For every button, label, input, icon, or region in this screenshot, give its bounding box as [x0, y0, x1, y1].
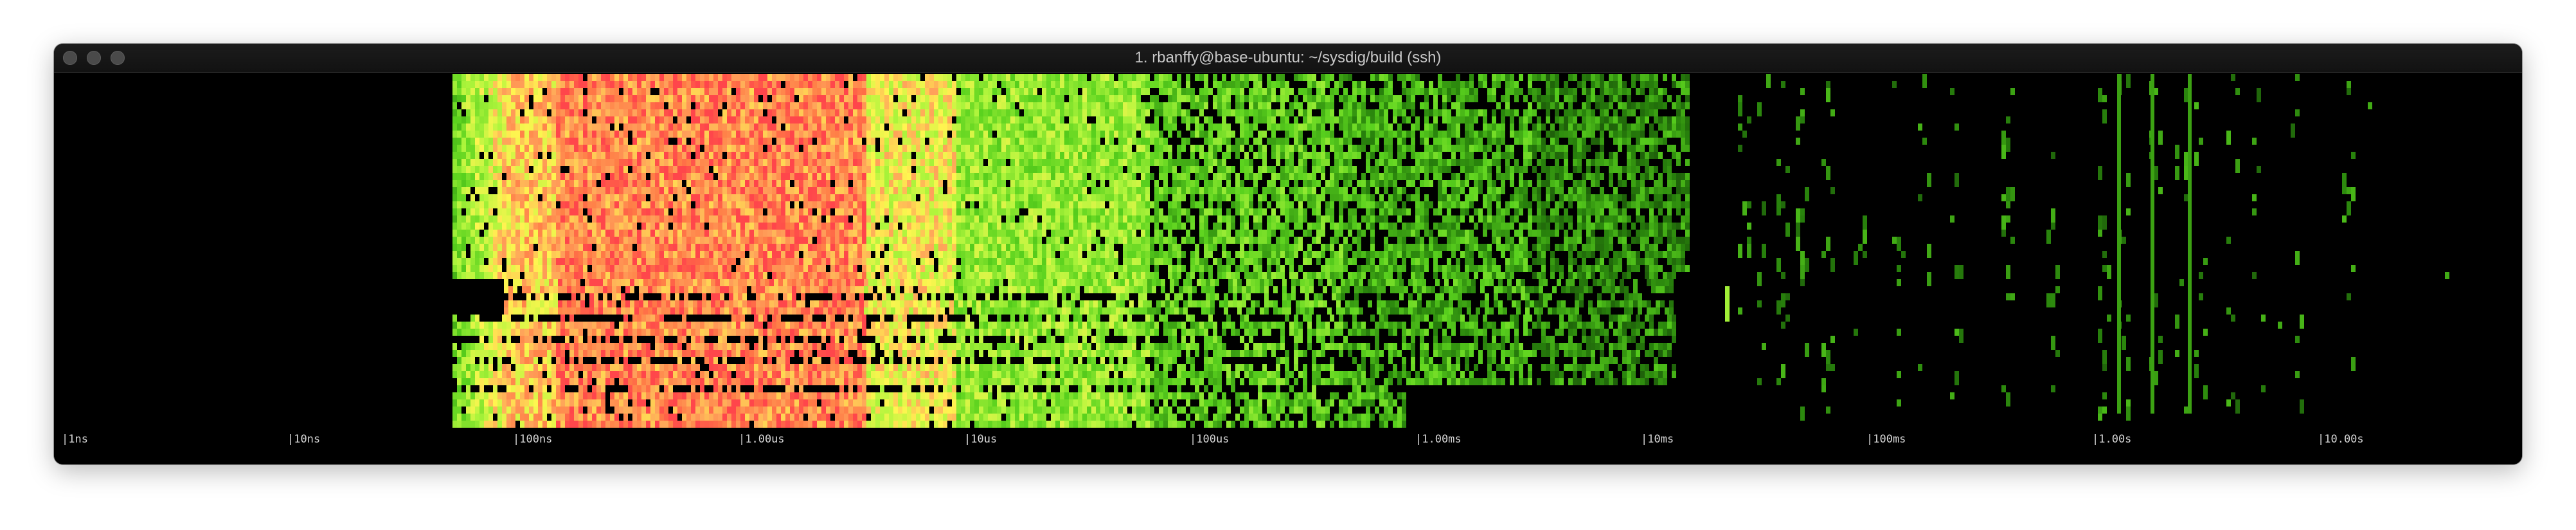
axis-tick-label: |1ns: [62, 433, 88, 446]
terminal-window[interactable]: 1. rbanffy@base-ubuntu: ~/sysdig/build (…: [54, 44, 2522, 464]
axis-tick-label: |1.00s: [2092, 433, 2132, 446]
axis-tick-label: |10.00s: [2318, 433, 2364, 446]
axis-tick-label: |10us: [964, 433, 997, 446]
axis-tick-label: |100us: [1190, 433, 1230, 446]
axis-tick-label: |1.00ms: [1415, 433, 1462, 446]
window-title: 1. rbanffy@base-ubuntu: ~/sysdig/build (…: [1134, 49, 1442, 66]
axis-tick-label: |10ms: [1641, 433, 1674, 446]
axis-tick-label: |10ns: [287, 433, 321, 446]
axis-tick-label: |100ms: [1866, 433, 1906, 446]
latency-spectrogram: [452, 74, 2449, 428]
title-bar[interactable]: 1. rbanffy@base-ubuntu: ~/sysdig/build (…: [54, 44, 2522, 73]
axis-tick-label: |100ns: [513, 433, 553, 446]
terminal-content[interactable]: |1ns |10ns |100ns |1.00us |10us |100us |1.00ms…: [54, 73, 2522, 464]
axis-tick-label: |1.00us: [738, 433, 785, 446]
latency-axis: |1ns |10ns |100ns |1.00us |10us |100us |1.00ms…: [54, 433, 2522, 450]
